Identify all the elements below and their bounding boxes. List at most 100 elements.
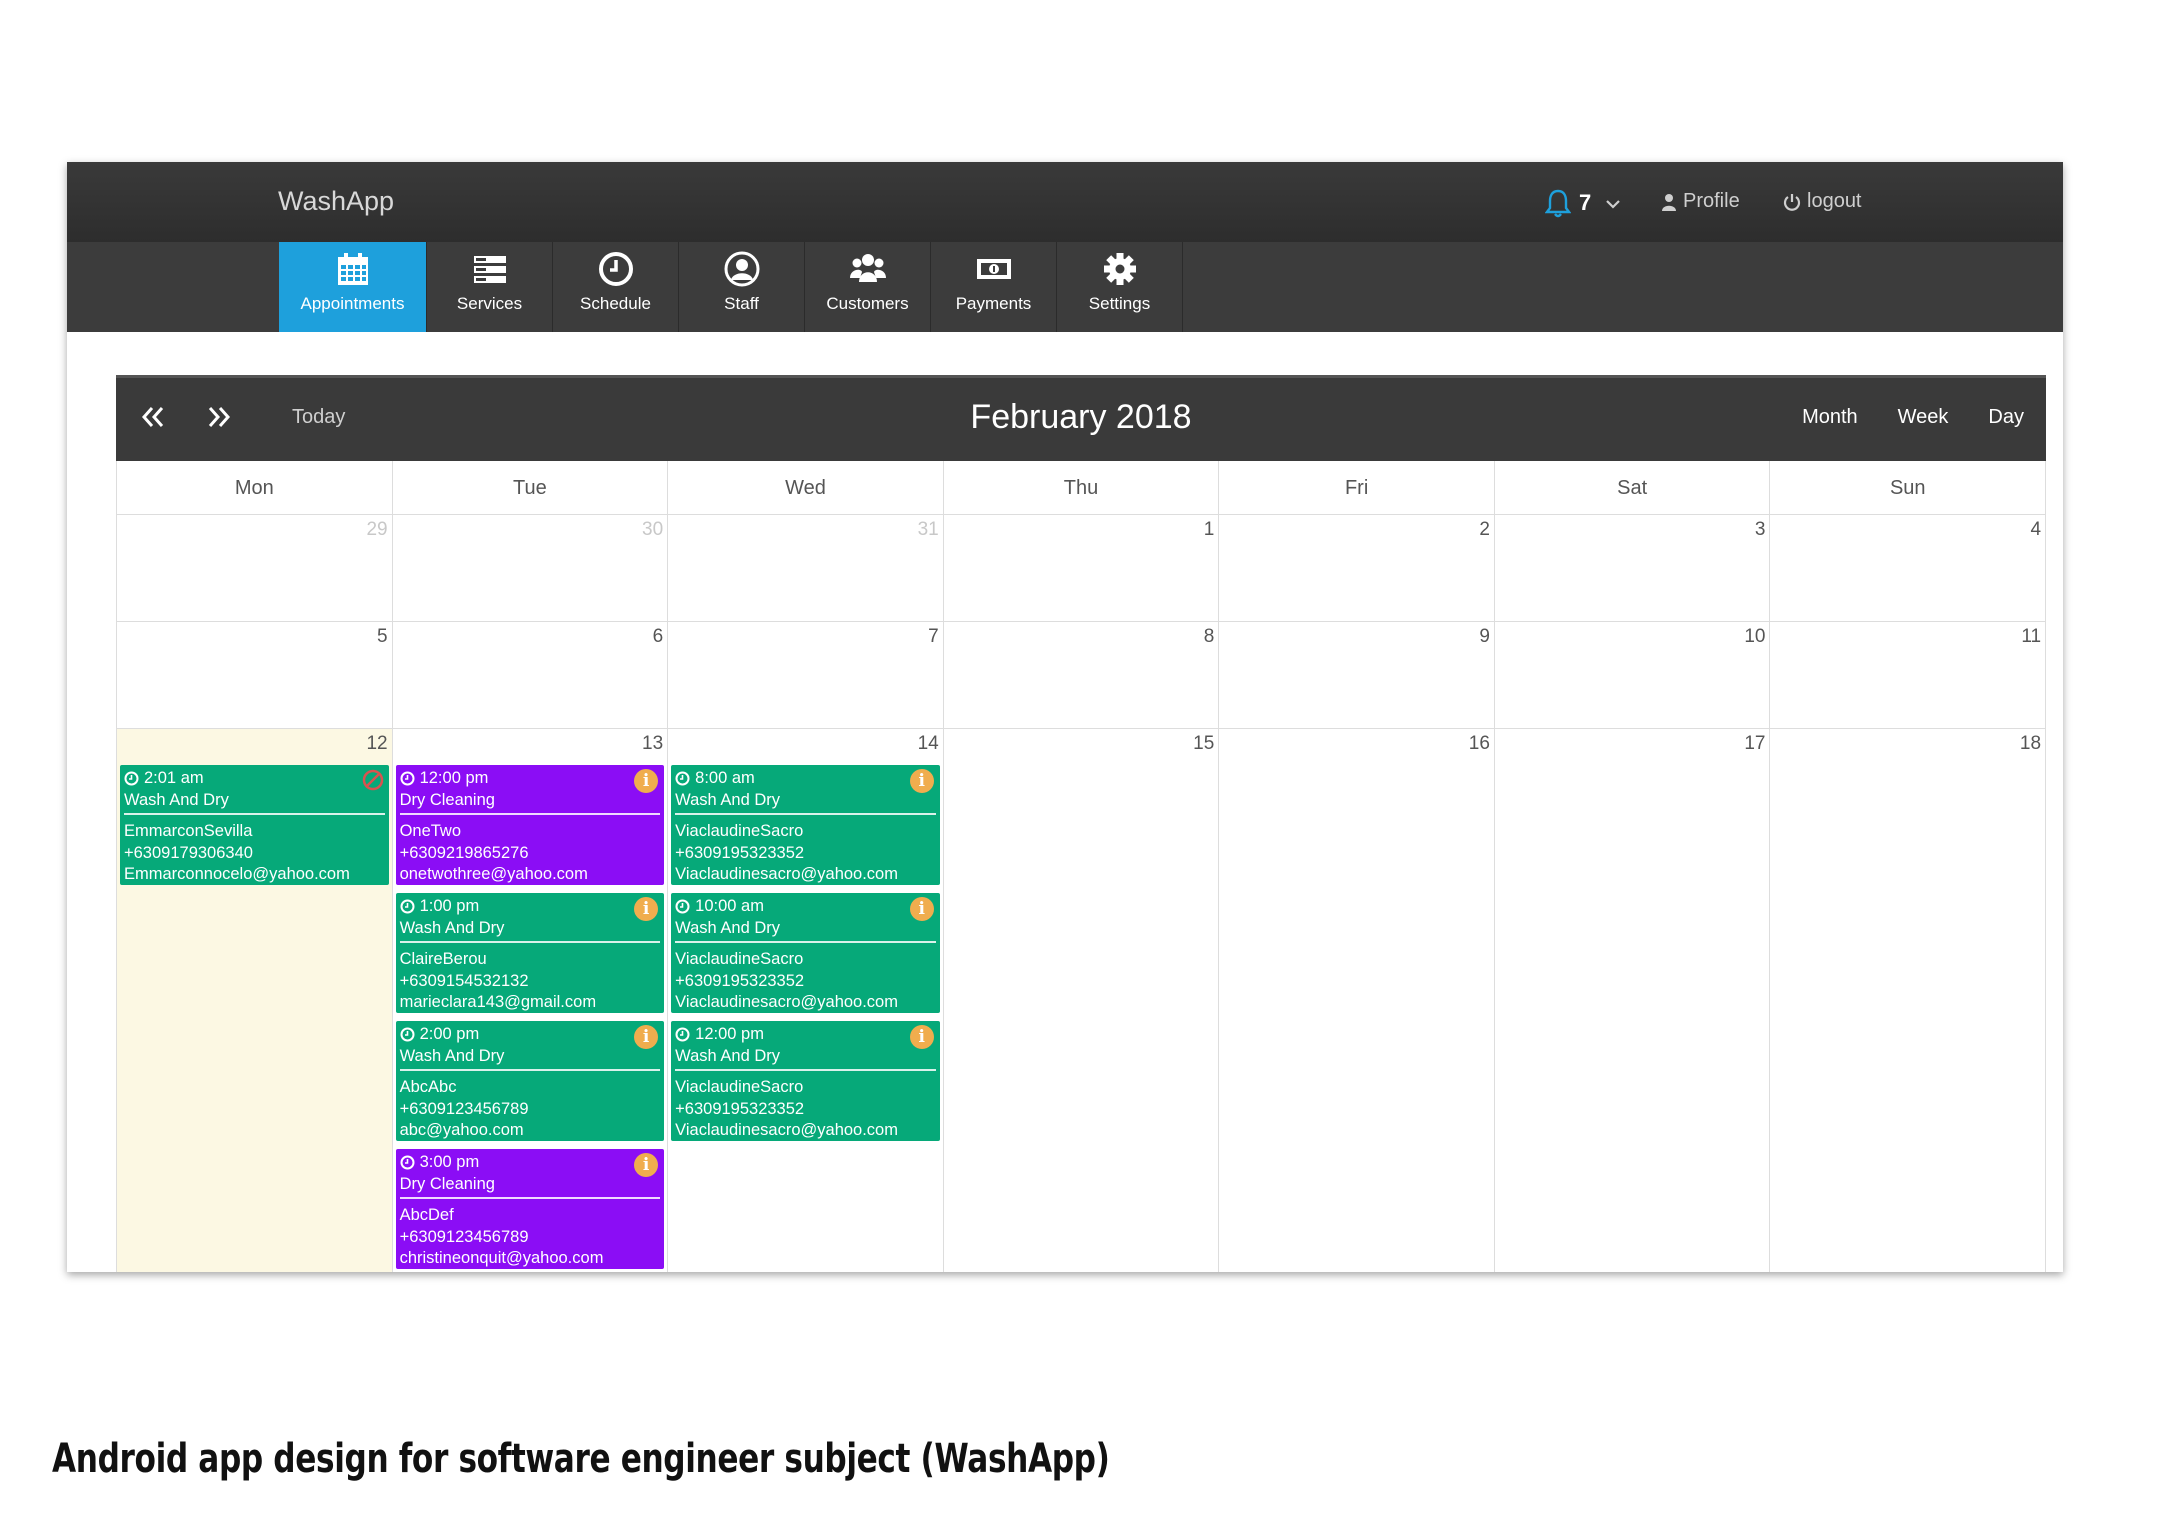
day-cell[interactable]: 6 [392,622,669,729]
day-cell[interactable]: 8 [943,622,1220,729]
appointment-event[interactable]: 2:01 am Wash And Dry EmmarconSevilla +63091… [120,765,389,885]
week-row: 29 30 31 1 2 3 4 [116,515,2047,622]
day-cell[interactable]: 7 [668,622,944,729]
calendar-title: February 2018 [970,398,1192,436]
event-service: Wash And Dry [675,790,936,815]
day-cell[interactable]: 5 [117,622,393,729]
nav-item-payments[interactable]: Payments [931,242,1057,332]
event-service: Dry Cleaning [399,790,661,815]
day-number: 16 [1468,733,1490,754]
event-list: 12:00 pm Dry Cleaning OneTwo +6309219865276… [395,765,665,1269]
calendar-toolbar: Today February 2018 Month Week Day [116,375,2046,461]
day-number: 9 [1479,626,1490,647]
appointment-event[interactable]: 8:00 am Wash And Dry ViaclaudineSacro +6309… [671,765,940,885]
nav-label: Settings [1088,294,1151,313]
day-cell[interactable]: 4 [1770,515,2047,622]
day-number: 5 [377,626,388,647]
appointment-event[interactable]: 10:00 am Wash And Dry ViaclaudineSacro +630… [671,893,940,1013]
logout-link[interactable]: logout [1783,190,1862,213]
info-icon[interactable]: i [634,1153,659,1177]
dow-tue: Tue [392,461,669,515]
day-cell[interactable]: 3 [1494,515,1771,622]
notification-count[interactable]: 7 [1579,190,1591,216]
week-view-button[interactable]: Week [1898,406,1949,429]
day-cell[interactable]: 29 [117,515,393,622]
info-icon[interactable]: i [909,769,934,793]
info-icon[interactable]: i [909,1025,934,1049]
nav-item-customers[interactable]: Customers [805,242,931,332]
nav-item-appointments[interactable]: Appointments [279,242,427,332]
event-customer-name: AbcDef [399,1206,454,1224]
event-time-row: 8:00 am [675,768,936,790]
event-time: 10:00 am [695,897,764,915]
clock-icon [598,252,633,286]
cancel-icon[interactable] [361,768,385,792]
month-view-button[interactable]: Month [1802,406,1858,429]
dow-mon: Mon [117,461,393,515]
users-icon [849,254,886,282]
appointment-event[interactable]: 3:00 pm Dry Cleaning AbcDef +6309123456789 c… [395,1149,665,1269]
day-of-week-header: Mon Tue Wed Thu Fri Sat Sun [116,461,2047,515]
app-brand[interactable]: WashApp [278,186,394,217]
day-view-button[interactable]: Day [1988,406,2024,429]
info-icon[interactable]: i [909,897,934,921]
event-email: abc@yahoo.com [399,1121,524,1139]
event-customer-name: ViaclaudineSacro [675,822,804,840]
nav-item-staff[interactable]: Staff [679,242,805,332]
appointment-event[interactable]: 2:00 pm Wash And Dry AbcAbc +6309123456789 a… [395,1021,665,1141]
dow-fri: Fri [1219,461,1495,515]
dow-thu: Thu [943,461,1220,515]
day-cell[interactable]: 10 [1494,622,1771,729]
day-number: 17 [1744,733,1766,754]
event-phone: +6309179306340 [124,843,253,862]
clock-icon [675,899,690,914]
nav-item-schedule[interactable]: Schedule [553,242,679,332]
event-time: 3:00 pm [419,1153,480,1171]
nav-label: Customers [826,294,909,313]
calendar-icon [337,253,368,285]
day-cell[interactable]: 13 12:00 pm Dry Cleaning OneTwo +6309219865… [393,729,669,1272]
clock-icon [400,771,415,786]
nav-label: Staff [724,294,759,313]
event-email: Viaclaudinesacro@yahoo.com [675,993,898,1011]
profile-link[interactable]: Profile [1661,190,1740,213]
day-cell[interactable]: 2 [1219,515,1495,622]
event-customer-name: OneTwo [399,822,462,840]
event-phone: +6309219865276 [399,843,529,862]
event-time-row: 12:00 pm [675,1024,936,1046]
event-phone: +6309195323352 [675,1099,805,1118]
info-icon[interactable]: i [634,769,659,793]
appointment-event[interactable]: 12:00 pm Dry Cleaning OneTwo +6309219865276… [395,765,665,885]
top-bar: WashApp 7 Profile logout [67,162,2063,242]
info-icon[interactable]: i [634,897,659,921]
day-cell[interactable]: 11 [1770,622,2047,729]
event-service: Wash And Dry [399,1046,661,1071]
day-cell[interactable]: 30 [392,515,669,622]
clock-icon [675,771,690,786]
info-icon[interactable]: i [634,1025,659,1049]
event-service: Wash And Dry [399,918,661,943]
event-time: 2:01 am [144,769,204,787]
day-number: 10 [1744,626,1766,647]
day-cell-today[interactable]: 12 2:01 am Wash And Dry EmmarconSevilla +63… [117,729,393,1272]
appointment-event[interactable]: 12:00 pm Wash And Dry ViaclaudineSacro +630… [671,1021,940,1141]
day-cell[interactable]: 31 [668,515,944,622]
day-cell[interactable]: 9 [1219,622,1495,729]
week-row: 12 2:01 am Wash And Dry EmmarconSevilla +63… [116,729,2047,1272]
nav-item-services[interactable]: Services [427,242,553,332]
nav-label: Schedule [580,294,651,313]
event-time-row: 10:00 am [675,896,936,918]
day-cell[interactable]: 17 [1495,729,1771,1272]
day-cell[interactable]: 15 [944,729,1220,1272]
day-cell[interactable]: 14 8:00 am Wash And Dry ViaclaudineSacro +6… [668,729,944,1272]
chevron-down-icon[interactable] [1605,198,1621,210]
appointment-event[interactable]: 1:00 pm Wash And Dry ClaireBerou +630915453… [395,893,665,1013]
day-cell[interactable]: 1 [943,515,1220,622]
day-number: 18 [2019,733,2042,754]
bell-icon[interactable] [1545,188,1571,218]
event-email: christineonquit@yahoo.com [399,1249,604,1267]
day-cell[interactable]: 18 [1770,729,2047,1272]
nav-item-settings[interactable]: Settings [1057,242,1183,332]
nav-label: Payments [955,294,1032,313]
day-cell[interactable]: 16 [1219,729,1495,1272]
